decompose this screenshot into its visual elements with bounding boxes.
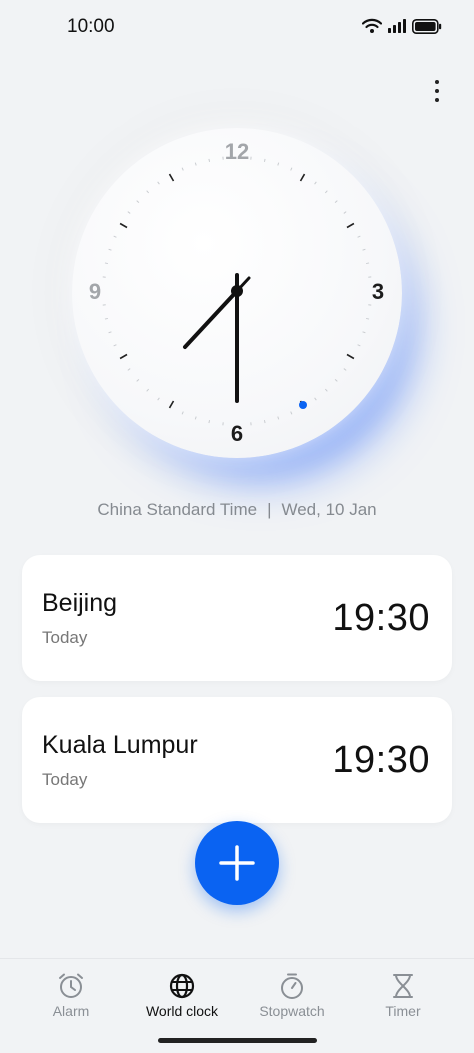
- city-name: Beijing: [42, 589, 117, 618]
- alarm-icon: [57, 972, 85, 1000]
- minute-tick: [147, 389, 149, 391]
- minute-tick: [114, 236, 117, 237]
- second-indicator-dot: [299, 401, 307, 409]
- city-day: Today: [42, 770, 87, 790]
- hour-tick: [347, 224, 354, 228]
- plus-icon: [218, 844, 256, 882]
- hour-tick: [120, 224, 127, 228]
- nav-timer[interactable]: Timer: [348, 959, 458, 1029]
- minute-tick: [358, 345, 361, 346]
- stopwatch-icon: [278, 972, 306, 1000]
- minute-tick: [128, 369, 130, 371]
- timezone-info: China Standard Time | Wed, 10 Jan: [0, 500, 474, 520]
- minute-tick: [335, 201, 337, 203]
- more-dot: [435, 80, 439, 84]
- minute-tick: [325, 191, 327, 193]
- numeral-6: 6: [231, 421, 243, 446]
- minute-tick: [278, 417, 279, 420]
- battery-icon: [412, 19, 442, 34]
- nav-label: Timer: [385, 1003, 420, 1019]
- minute-tick: [209, 420, 210, 423]
- nav-alarm[interactable]: Alarm: [16, 959, 126, 1029]
- hour-tick: [170, 401, 174, 408]
- status-icons: [362, 18, 442, 34]
- minute-tick: [315, 182, 317, 184]
- minute-tick: [109, 249, 112, 250]
- home-indicator: [158, 1038, 317, 1043]
- globe-icon: [168, 972, 196, 1000]
- timezone-separator: |: [267, 500, 271, 519]
- minute-tick: [195, 163, 196, 166]
- minute-tick: [114, 345, 117, 346]
- hour-tick: [170, 174, 174, 181]
- numeral-9: 9: [89, 279, 101, 304]
- numeral-3: 3: [372, 279, 384, 304]
- city-time: 19:30: [332, 597, 430, 640]
- minute-tick: [291, 168, 292, 171]
- nav-world-clock[interactable]: World clock: [127, 959, 237, 1029]
- nav-label: Alarm: [53, 1003, 90, 1019]
- minute-tick: [137, 379, 139, 381]
- hour-tick: [347, 355, 354, 359]
- minute-tick: [105, 318, 108, 319]
- more-dot: [435, 89, 439, 93]
- numeral-12: 12: [225, 139, 249, 164]
- status-time: 10:00: [67, 16, 115, 38]
- wifi-icon: [362, 18, 382, 34]
- minute-tick: [128, 212, 130, 214]
- city-card-kuala-lumpur[interactable]: Kuala Lumpur Today 19:30: [22, 697, 452, 823]
- city-time: 19:30: [332, 739, 430, 782]
- hourglass-icon: [389, 972, 417, 1000]
- minute-tick: [358, 236, 361, 237]
- minute-tick: [325, 389, 327, 391]
- signal-icon: [388, 19, 406, 33]
- nav-label: World clock: [146, 1003, 218, 1019]
- minute-tick: [158, 398, 160, 400]
- minute-tick: [147, 191, 149, 193]
- clock-dial: 12 3 6 9: [67, 123, 407, 463]
- minute-tick: [344, 369, 346, 371]
- hour-hand: [185, 291, 237, 347]
- hour-tick: [301, 174, 305, 181]
- minute-tick: [195, 417, 196, 420]
- minute-tick: [315, 398, 317, 400]
- minute-tick: [209, 159, 210, 162]
- minute-tick: [105, 263, 108, 264]
- minute-tick: [366, 263, 369, 264]
- city-card-beijing[interactable]: Beijing Today 19:30: [22, 555, 452, 681]
- analog-clock: 12 3 6 9: [67, 123, 407, 463]
- timezone-date: Wed, 10 Jan: [281, 500, 376, 519]
- more-options-button[interactable]: [424, 78, 450, 104]
- minute-tick: [363, 249, 366, 250]
- minute-tick: [137, 201, 139, 203]
- nav-label: Stopwatch: [259, 1003, 324, 1019]
- timezone-name: China Standard Time: [97, 500, 257, 519]
- minute-tick: [278, 163, 279, 166]
- minute-tick: [109, 332, 112, 333]
- city-name: Kuala Lumpur: [42, 731, 198, 760]
- minute-tick: [335, 379, 337, 381]
- minute-tick: [182, 168, 183, 171]
- status-bar: 10:00: [0, 0, 474, 56]
- minute-tick: [264, 420, 265, 423]
- hour-tick: [120, 355, 127, 359]
- minute-tick: [366, 318, 369, 319]
- add-city-button[interactable]: [195, 821, 279, 905]
- city-day: Today: [42, 628, 87, 648]
- minute-tick: [363, 332, 366, 333]
- clock-center: [231, 285, 243, 297]
- minute-tick: [264, 159, 265, 162]
- more-dot: [435, 98, 439, 102]
- minute-tick: [344, 212, 346, 214]
- minute-tick: [182, 412, 183, 415]
- minute-tick: [291, 412, 292, 415]
- minute-tick: [158, 182, 160, 184]
- nav-stopwatch[interactable]: Stopwatch: [237, 959, 347, 1029]
